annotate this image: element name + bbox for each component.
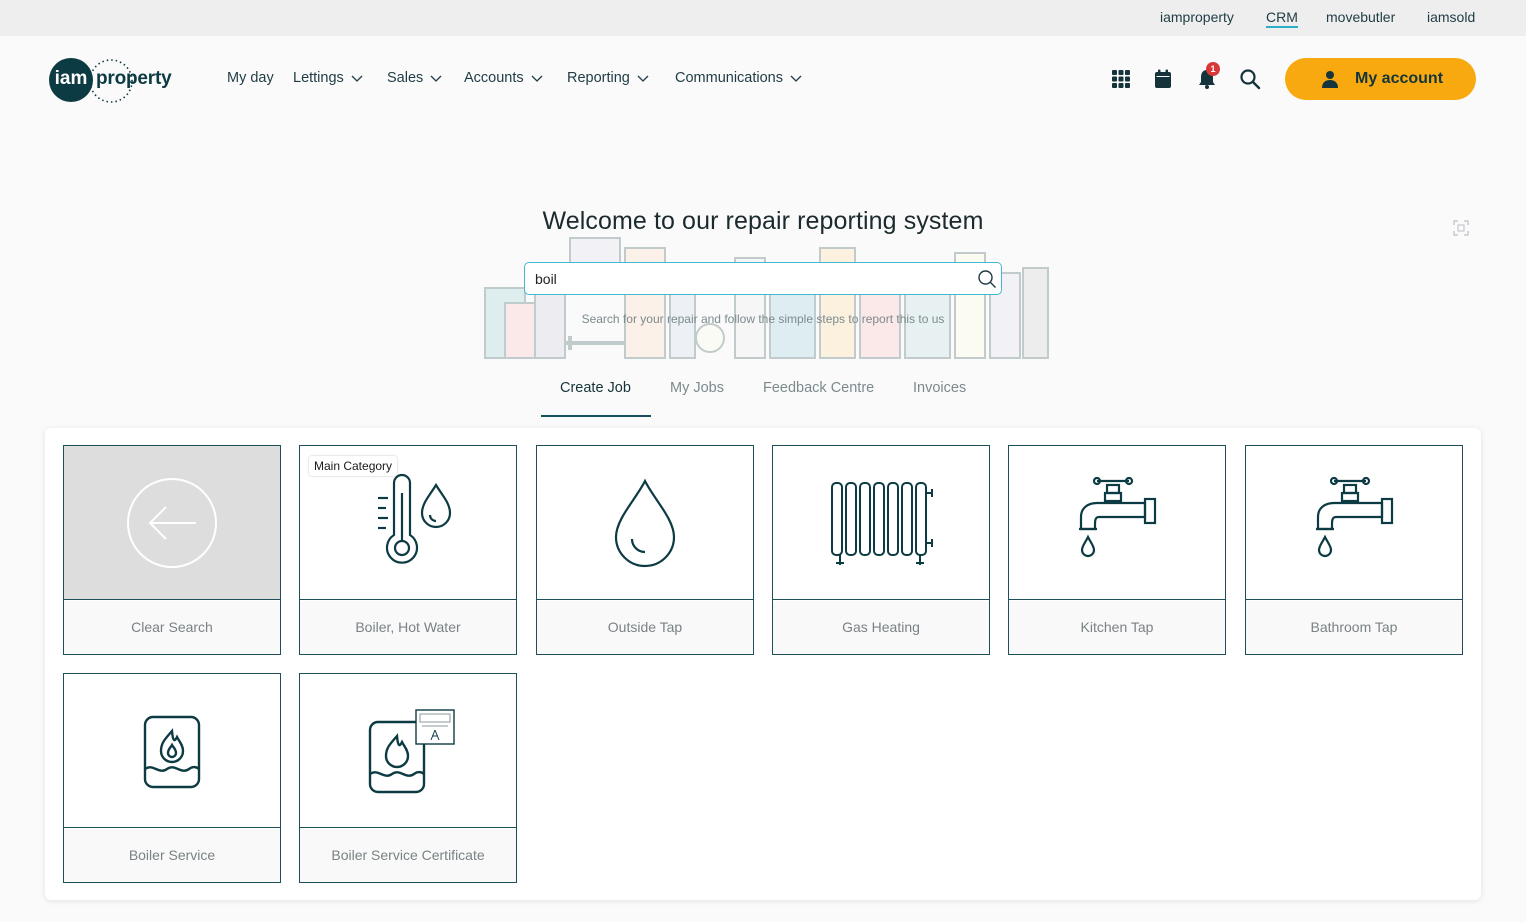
apps-grid-icon[interactable] — [1110, 68, 1132, 90]
chevron-down-icon — [637, 75, 649, 82]
my-account-label: My account — [1355, 70, 1444, 87]
card-label: Gas Heating — [773, 601, 989, 654]
nav-accounts[interactable]: Accounts — [464, 70, 543, 86]
chevron-down-icon — [430, 75, 442, 82]
tab-invoices[interactable]: Invoices — [913, 380, 966, 396]
card-image — [773, 446, 989, 600]
card-label: Bathroom Tap — [1246, 601, 1462, 654]
card-label: Clear Search — [64, 601, 280, 654]
radiator-icon — [831, 481, 933, 565]
logo[interactable]: iam property — [49, 57, 189, 105]
card-boiler-hot-water[interactable]: Main Category Boiler, Hot Water — [299, 445, 517, 655]
card-boiler-service-certificate[interactable]: Boiler Service Certificate — [299, 673, 517, 883]
main-category-tag: Main Category — [309, 456, 398, 476]
nav-label: Reporting — [567, 70, 630, 86]
card-label: Kitchen Tap — [1009, 601, 1225, 654]
my-account-button[interactable]: My account — [1285, 58, 1476, 100]
notification-badge: 1 — [1206, 62, 1220, 76]
search-icon[interactable] — [977, 269, 997, 289]
nav-label: My day — [227, 70, 274, 86]
active-tab-indicator — [541, 415, 651, 417]
nav-label: Communications — [675, 70, 783, 86]
card-boiler-service[interactable]: Boiler Service — [63, 673, 281, 883]
util-link-iamsold[interactable]: iamsold — [1427, 9, 1475, 25]
util-link-movebutler[interactable]: movebutler — [1326, 9, 1395, 25]
user-icon — [1322, 71, 1338, 88]
boiler-icon — [143, 715, 201, 788]
search-icon[interactable] — [1239, 68, 1261, 90]
card-kitchen-tap[interactable]: Kitchen Tap — [1008, 445, 1226, 655]
nav-reporting[interactable]: Reporting — [567, 70, 649, 86]
repair-search — [524, 262, 1002, 295]
card-label: Boiler, Hot Water — [300, 601, 516, 654]
nav-label: Accounts — [464, 70, 524, 86]
nav-lettings[interactable]: Lettings — [293, 70, 363, 86]
thermometer-drop-icon — [378, 473, 452, 564]
tab-create-job[interactable]: Create Job — [560, 380, 631, 396]
nav-label: Sales — [387, 70, 424, 86]
card-bathroom-tap[interactable]: Bathroom Tap — [1245, 445, 1463, 655]
chevron-down-icon — [531, 75, 543, 82]
expand-icon[interactable] — [1453, 220, 1469, 236]
card-image — [537, 446, 753, 600]
card-image — [1009, 446, 1225, 600]
boiler-certificate-icon — [368, 708, 455, 793]
utility-bar: iamproperty CRM movebutler iamsold — [0, 0, 1526, 36]
nav-sales[interactable]: Sales — [387, 70, 442, 86]
chevron-down-icon — [790, 75, 802, 82]
repair-search-input[interactable] — [535, 269, 965, 289]
card-label: Boiler Service Certificate — [300, 829, 516, 882]
util-link-iamproperty[interactable]: iamproperty — [1160, 9, 1234, 25]
back-arrow-icon — [127, 477, 217, 568]
water-drop-icon — [614, 478, 676, 567]
nav-communications[interactable]: Communications — [675, 70, 802, 86]
nav-my-day[interactable]: My day — [227, 70, 274, 86]
card-label: Outside Tap — [537, 601, 753, 654]
calendar-icon[interactable] — [1152, 68, 1174, 90]
card-image — [64, 674, 280, 828]
chevron-down-icon — [351, 75, 363, 82]
card-outside-tap[interactable]: Outside Tap — [536, 445, 754, 655]
card-label: Boiler Service — [64, 829, 280, 882]
tab-feedback-centre[interactable]: Feedback Centre — [763, 380, 874, 396]
card-image — [1246, 446, 1462, 600]
card-image — [300, 674, 516, 828]
util-link-crm[interactable]: CRM — [1266, 9, 1298, 28]
page-title: Welcome to our repair reporting system — [542, 207, 984, 235]
card-image — [64, 446, 280, 600]
tap-icon — [1079, 476, 1157, 557]
tab-my-jobs[interactable]: My Jobs — [670, 380, 724, 396]
nav-label: Lettings — [293, 70, 344, 86]
tools-illustration — [484, 237, 1049, 359]
tap-icon — [1316, 476, 1394, 557]
card-clear-search[interactable]: Clear Search — [63, 445, 281, 655]
logo-text: property — [96, 68, 172, 89]
card-gas-heating[interactable]: Gas Heating — [772, 445, 990, 655]
search-hint: Search for your repair and follow the si… — [581, 312, 945, 326]
